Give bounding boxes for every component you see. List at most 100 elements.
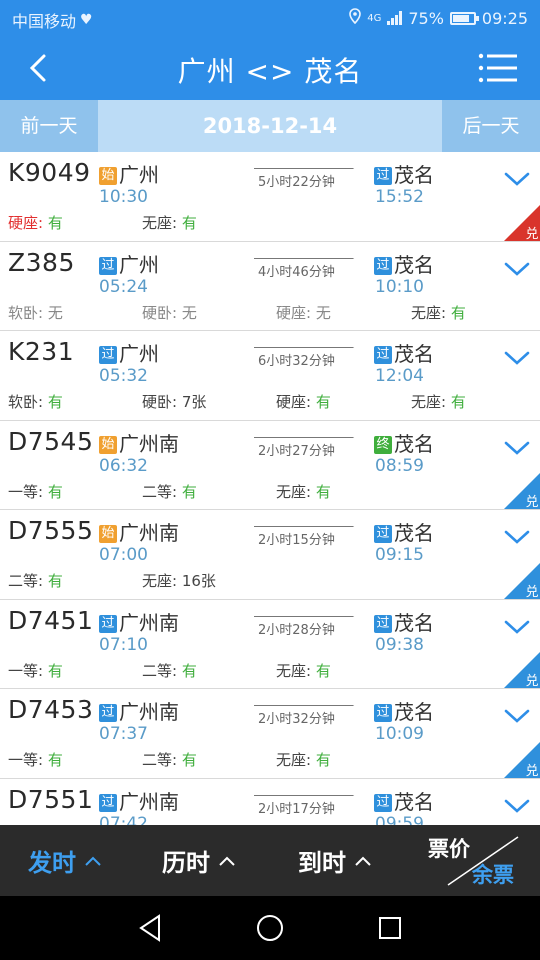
nav-recents-button[interactable] [372, 910, 408, 946]
station-type-badge: 始 [99, 435, 117, 454]
sort-depart-button[interactable]: 发时 [28, 843, 102, 878]
next-day-button[interactable]: 后一天 [442, 100, 540, 152]
chevron-down-icon[interactable] [504, 439, 530, 457]
duration-text: 6小时32分钟 [258, 354, 335, 369]
train-row[interactable]: Z385 过广州 05:24 4小时46分钟过茂名 10:10 软卧: 无硬卧: 无硬座:… [0, 241, 540, 331]
heart-icon: ♥ [80, 12, 93, 28]
train-row[interactable]: D7545 始广州南 06:32 2小时27分钟终茂名 08:59 一等: 有二等: 有无… [0, 420, 540, 510]
duration: 2小时15分钟 [252, 520, 355, 548]
exchange-corner-text: 兑 [525, 674, 538, 688]
seat-type: 硬座: 有 [276, 391, 331, 412]
battery-icon [449, 11, 479, 25]
sort-arrive-button[interactable]: 到时 [298, 843, 372, 878]
sort-remaining-label: 余票 [472, 863, 514, 887]
train-row[interactable]: K9049 始广州 10:30 5小时22分钟过茂名 15:52 硬座: 有无座: 有兑 [0, 152, 540, 242]
seat-type: 硬卧: 无 [142, 302, 197, 323]
station-type-badge: 过 [99, 704, 117, 722]
to-station: 过茂名 [374, 249, 434, 278]
exchange-corner-text: 兑 [525, 585, 538, 599]
departure-time: 07:37 [99, 724, 148, 744]
seat-type: 一等: 有 [8, 481, 63, 502]
from-station: 过广州南 [99, 786, 179, 815]
chevron-down-icon[interactable] [504, 170, 530, 188]
arrival-time: 08:59 [375, 455, 424, 476]
nav-back-button[interactable] [132, 910, 168, 946]
menu-button[interactable] [478, 52, 518, 84]
chevron-down-icon[interactable] [504, 349, 530, 367]
train-row[interactable]: D7551 过广州南 07:42 2小时17分钟过茂名 09:59 [0, 778, 540, 826]
duration-text: 2小时15分钟 [258, 533, 335, 548]
train-row[interactable]: D7555 始广州南 07:00 2小时15分钟过茂名 09:15 二等: 有无座: 16… [0, 510, 540, 600]
duration-text: 5小时22分钟 [258, 175, 335, 190]
signal-icon [387, 11, 403, 25]
seat-value: 16张 [181, 572, 216, 590]
seat-value: 有 [181, 482, 197, 501]
chevron-down-icon[interactable] [504, 618, 530, 636]
departure-time: 07:42 [99, 813, 148, 826]
duration-arrow-line [254, 257, 348, 259]
duration: 2小时17分钟 [252, 789, 355, 817]
seat-value: 无 [181, 303, 197, 322]
seat-value: 有 [47, 482, 63, 501]
to-station-name: 茂名 [394, 789, 434, 814]
to-station-name: 茂名 [394, 252, 434, 277]
train-list[interactable]: K9049 始广州 10:30 5小时22分钟过茂名 15:52 硬座: 有无座: 有兑Z… [0, 152, 540, 825]
duration-arrow-line [254, 347, 348, 348]
arrival-time: 15:52 [375, 187, 424, 207]
station-type-badge: 终 [374, 435, 392, 454]
sort-price-remaining-button[interactable]: 票价 余票 [428, 825, 540, 896]
exchange-corner-text: 兑 [525, 227, 538, 241]
sort-duration-button[interactable]: 历时 [162, 843, 236, 878]
seat-availability: 一等: 有二等: 有无座: 有 [8, 481, 508, 503]
to-station: 过茂名 [374, 786, 434, 815]
seat-value: 有 [47, 572, 63, 590]
seat-type: 硬卧: 7张 [142, 391, 206, 412]
seat-value: 有 [181, 661, 197, 680]
to-station: 过茂名 [374, 159, 434, 188]
chevron-down-icon[interactable] [504, 528, 530, 546]
seat-type: 一等: 有 [8, 749, 63, 770]
seat-label: 二等: [8, 572, 48, 590]
seat-type: 无座: 16张 [142, 570, 216, 591]
station-type-badge: 过 [99, 793, 117, 812]
seat-label: 无座: [142, 214, 182, 232]
date-bar: 前一天 2018-12-14 后一天 [0, 100, 540, 152]
location-icon [349, 8, 362, 28]
duration: 2小时28分钟 [252, 610, 355, 638]
departure-time: 10:30 [99, 187, 148, 207]
duration: 4小时46分钟 [252, 252, 355, 280]
duration: 2小时32分钟 [252, 699, 355, 727]
chevron-down-icon[interactable] [504, 797, 530, 815]
list-menu-icon [478, 53, 517, 83]
duration-text: 2小时27分钟 [258, 443, 335, 459]
seat-type: 硬座: 无 [276, 302, 331, 323]
to-station: 过茂名 [374, 607, 434, 636]
selected-date[interactable]: 2018-12-14 [98, 100, 442, 152]
seat-label: 软卧: [8, 303, 48, 322]
chevron-down-icon[interactable] [504, 260, 530, 278]
seat-value: 有 [315, 482, 331, 501]
to-station-name: 茂名 [394, 431, 434, 456]
seat-type: 二等: 有 [8, 570, 63, 591]
seat-type: 无座: 有 [276, 749, 331, 770]
arrival-time: 09:38 [375, 634, 424, 655]
train-row[interactable]: D7451 过广州南 07:10 2小时28分钟过茂名 09:38 一等: 有二等: 有无… [0, 599, 540, 689]
seat-label: 无座: [142, 572, 182, 590]
seat-label: 无座: [411, 303, 451, 322]
duration-text: 2小时28分钟 [258, 622, 335, 638]
seat-label: 软卧: [8, 393, 48, 411]
train-row[interactable]: K231 过广州 05:32 6小时32分钟过茂名 12:04 软卧: 有硬卧: 7张 硬座… [0, 331, 540, 421]
prev-day-button[interactable]: 前一天 [0, 100, 98, 152]
seat-label: 一等: [8, 482, 48, 501]
seat-type: 二等: 有 [142, 749, 197, 770]
train-row[interactable]: D7453 过广州南 07:37 2小时32分钟过茂名 10:09 一等: 有二等: 有无… [0, 689, 540, 779]
nav-home-button[interactable] [252, 910, 288, 946]
sort-depart-label: 发时 [28, 849, 76, 877]
arrival-time: 10:10 [375, 276, 424, 297]
arrival-time: 09:15 [375, 545, 424, 565]
seat-availability: 一等: 有二等: 有无座: 有 [8, 660, 508, 682]
duration: 6小时32分钟 [252, 341, 355, 369]
seat-type: 无座: 有 [142, 212, 197, 233]
from-station: 过广州 [99, 338, 159, 367]
chevron-down-icon[interactable] [504, 707, 530, 725]
